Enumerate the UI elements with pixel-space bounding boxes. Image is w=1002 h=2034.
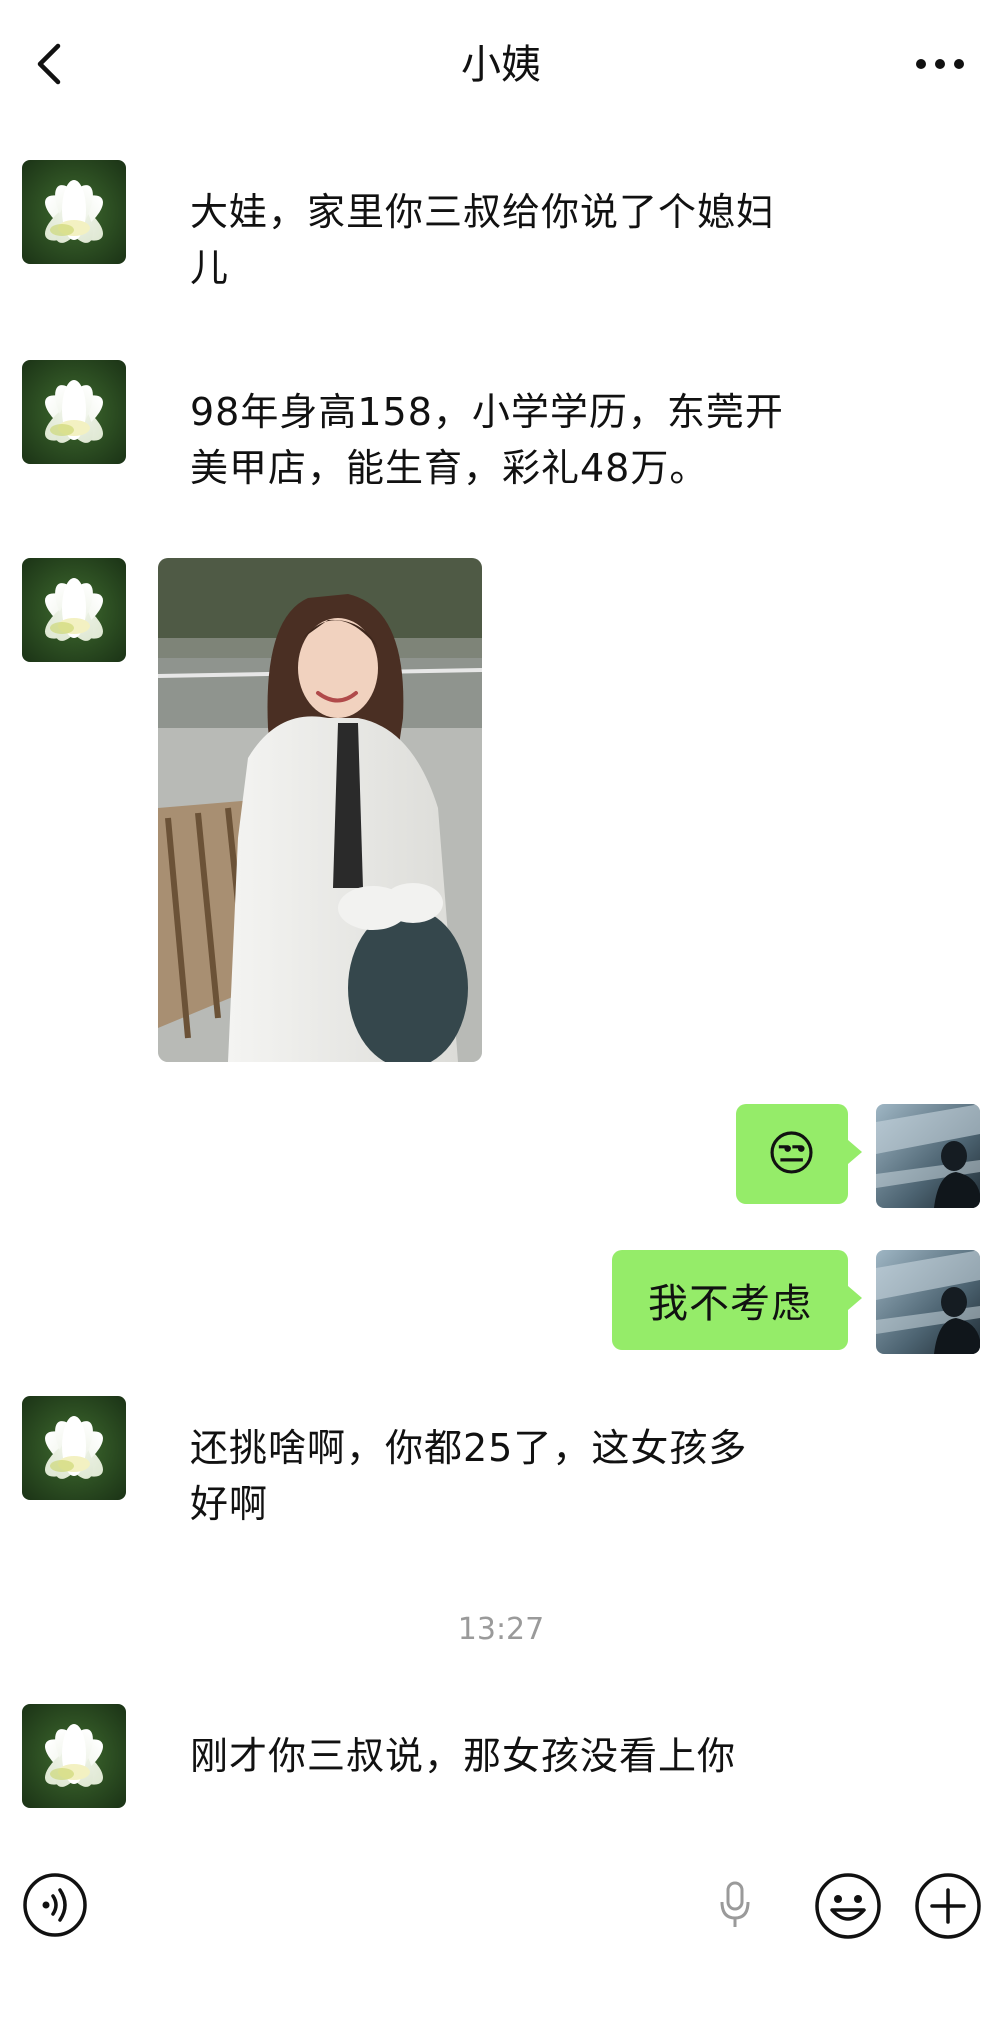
message-line: 好啊 [190,1482,269,1526]
message-line: 还挑啥啊，你都25了，这女孩多 [190,1426,748,1470]
message-text: 我不考虑 [648,1281,812,1327]
lotus-avatar-icon [22,1396,126,1500]
contact-avatar[interactable] [22,360,126,464]
more-actions-button[interactable] [912,1870,984,1942]
plus-icon [915,1873,981,1939]
my-text-bubble[interactable]: 我不考虑 [612,1250,862,1350]
voice-icon [23,1873,87,1937]
more-dots-icon [916,59,964,69]
chat-header: 小姨 [0,0,1002,130]
message-line: 儿 [190,246,230,290]
microphone-button[interactable] [710,1870,760,1940]
message-text: 98年身高158，小学学历，东莞开 美甲店，能生育，彩礼48万。 [190,384,784,496]
message-text: 刚才你三叔说，那女孩没看上你 [190,1728,736,1784]
my-avatar[interactable] [876,1104,980,1208]
message-line: 大娃，家里你三叔给你说了个媳妇 [190,190,776,234]
emoji-unamused-icon: 😒 [766,1126,818,1182]
lotus-avatar-icon [22,360,126,464]
message-line: 刚才你三叔说，那女孩没看上你 [190,1734,737,1778]
chat-title: 小姨 [461,42,541,88]
emoji-button[interactable] [812,1870,884,1942]
back-button[interactable] [28,38,68,90]
input-toolbar [0,1850,1002,1970]
woman-photo-image [158,558,482,1062]
my-emoji-bubble[interactable]: 😒 [736,1104,862,1204]
lotus-avatar-icon [22,160,126,264]
message-line: 美甲店，能生育，彩礼48万。 [190,446,709,490]
contact-avatar[interactable] [22,1704,126,1808]
contact-avatar[interactable] [22,160,126,264]
contact-avatar[interactable] [22,1396,126,1500]
my-avatar-image [876,1250,980,1354]
emoji-icon [815,1873,881,1939]
chevron-left-icon [37,43,61,85]
message-line: 98年身高158，小学学历，东莞开 [190,390,784,434]
lotus-avatar-icon [22,558,126,662]
message-timestamp: 13:27 [457,1612,545,1647]
lotus-avatar-icon [22,1704,126,1808]
contact-avatar[interactable] [22,558,126,662]
more-button[interactable] [910,44,970,84]
message-text: 还挑啥啊，你都25了，这女孩多 好啊 [190,1420,747,1532]
photo-message[interactable] [158,558,482,1062]
microphone-icon [720,1881,750,1927]
voice-toggle-button[interactable] [20,1870,90,1940]
message-text: 大娃，家里你三叔给你说了个媳妇 儿 [190,184,775,296]
my-avatar[interactable] [876,1250,980,1354]
my-avatar-image [876,1104,980,1208]
